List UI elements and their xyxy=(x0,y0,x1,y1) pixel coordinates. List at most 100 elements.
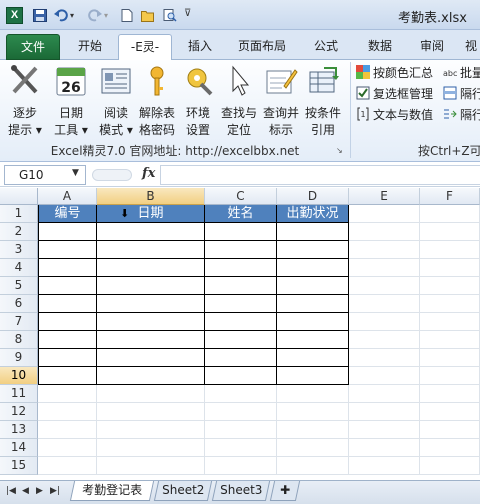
cell-d5[interactable] xyxy=(277,277,349,295)
select-all-corner[interactable] xyxy=(0,188,38,205)
checkbox-manager-button[interactable]: 复选框管理 xyxy=(356,84,433,104)
column-header-d[interactable]: D xyxy=(277,188,349,205)
unlock-sheet-button[interactable]: 解除表 格密码 xyxy=(136,64,178,139)
date-tools-button[interactable]: 26 日期 工具 ▾ xyxy=(50,64,92,139)
cell-b5[interactable] xyxy=(97,277,205,295)
cell-a7[interactable] xyxy=(38,313,97,331)
cell-f2[interactable] xyxy=(420,223,480,241)
cell-f9[interactable] xyxy=(420,349,480,367)
cell-d1[interactable]: 出勤状况 xyxy=(277,205,349,223)
cell-c3[interactable] xyxy=(205,241,277,259)
cell-e8[interactable] xyxy=(349,331,420,349)
cell-c6[interactable] xyxy=(205,295,277,313)
cell-a6[interactable] xyxy=(38,295,97,313)
cell-e9[interactable] xyxy=(349,349,420,367)
insert-function-icon[interactable]: fx xyxy=(142,166,155,181)
cell-f13[interactable] xyxy=(420,421,480,439)
cell-d10[interactable] xyxy=(277,367,349,385)
cell-b1[interactable]: 日期 xyxy=(97,205,205,223)
open-icon[interactable] xyxy=(141,9,155,22)
cell-d12[interactable] xyxy=(277,403,349,421)
row-header-4[interactable]: 4 xyxy=(0,259,38,277)
step-hint-button[interactable]: 逐步 提示 ▾ xyxy=(4,64,46,139)
formula-bar-handle[interactable] xyxy=(92,169,132,181)
name-box-dropdown-icon[interactable]: ▼ xyxy=(72,168,79,178)
cell-a3[interactable] xyxy=(38,241,97,259)
cell-f11[interactable] xyxy=(420,385,480,403)
cell-f7[interactable] xyxy=(420,313,480,331)
cell-b10[interactable] xyxy=(97,367,205,385)
cell-f6[interactable] xyxy=(420,295,480,313)
cell-d15[interactable] xyxy=(277,457,349,475)
cell-d3[interactable] xyxy=(277,241,349,259)
cell-e10[interactable] xyxy=(349,367,420,385)
tab-data[interactable]: 数据 xyxy=(360,34,400,60)
sheet-tab-sheet2[interactable]: Sheet2 xyxy=(153,481,213,501)
cell-c12[interactable] xyxy=(205,403,277,421)
cell-d4[interactable] xyxy=(277,259,349,277)
cell-a2[interactable] xyxy=(38,223,97,241)
cell-b4[interactable] xyxy=(97,259,205,277)
undo-dropdown-icon[interactable]: ▾ xyxy=(70,11,74,20)
excel-app-icon[interactable]: X xyxy=(6,7,23,24)
conditional-reference-button[interactable]: 按条件 引用 xyxy=(302,64,344,139)
cell-d9[interactable] xyxy=(277,349,349,367)
formula-input[interactable] xyxy=(160,165,480,185)
redo-dropdown-icon[interactable]: ▾ xyxy=(104,11,108,20)
cell-e7[interactable] xyxy=(349,313,420,331)
tab-review[interactable]: 审阅 xyxy=(412,34,452,60)
tab-file[interactable]: 文件 xyxy=(6,34,60,60)
cell-c2[interactable] xyxy=(205,223,277,241)
cell-f14[interactable] xyxy=(420,439,480,457)
tab-insert[interactable]: 插入 xyxy=(180,34,220,60)
cell-b12[interactable] xyxy=(97,403,205,421)
query-mark-button[interactable]: 查询并 标示 xyxy=(260,64,302,139)
cell-d7[interactable] xyxy=(277,313,349,331)
cell-c15[interactable] xyxy=(205,457,277,475)
tab-egeling[interactable]: -E灵- xyxy=(118,34,172,60)
cell-a11[interactable] xyxy=(38,385,97,403)
cell-e6[interactable] xyxy=(349,295,420,313)
cell-c10[interactable] xyxy=(205,367,277,385)
cell-a15[interactable] xyxy=(38,457,97,475)
cell-a10[interactable] xyxy=(38,367,97,385)
print-preview-icon[interactable] xyxy=(163,9,177,22)
cell-e2[interactable] xyxy=(349,223,420,241)
cell-e5[interactable] xyxy=(349,277,420,295)
cell-f15[interactable] xyxy=(420,457,480,475)
cell-a4[interactable] xyxy=(38,259,97,277)
reading-mode-button[interactable]: 阅读 模式 ▾ xyxy=(94,64,138,139)
cell-d13[interactable] xyxy=(277,421,349,439)
tab-formulas[interactable]: 公式 xyxy=(306,34,346,60)
cell-b7[interactable] xyxy=(97,313,205,331)
cell-f5[interactable] xyxy=(420,277,480,295)
row-header-12[interactable]: 12 xyxy=(0,403,38,421)
sheet-tab-attendance[interactable]: 考勤登记表 xyxy=(69,481,155,501)
cell-b15[interactable] xyxy=(97,457,205,475)
cell-b13[interactable] xyxy=(97,421,205,439)
insert-sheet-button[interactable]: ✚ xyxy=(269,481,301,501)
sheet-tab-sheet3[interactable]: Sheet3 xyxy=(211,481,271,501)
redo-icon[interactable] xyxy=(88,9,102,22)
cell-f8[interactable] xyxy=(420,331,480,349)
cell-b11[interactable] xyxy=(97,385,205,403)
cell-a5[interactable] xyxy=(38,277,97,295)
batch-button[interactable]: abc 批量 xyxy=(443,63,480,83)
cell-e11[interactable] xyxy=(349,385,420,403)
cell-c14[interactable] xyxy=(205,439,277,457)
cell-e12[interactable] xyxy=(349,403,420,421)
cell-f3[interactable] xyxy=(420,241,480,259)
row-header-15[interactable]: 15 xyxy=(0,457,38,475)
text-number-button[interactable]: 1 文本与数值 xyxy=(356,105,433,125)
alternate-row-button-2[interactable]: 隔行 xyxy=(443,105,480,125)
cell-d6[interactable] xyxy=(277,295,349,313)
column-header-b[interactable]: B xyxy=(97,188,205,205)
cell-e14[interactable] xyxy=(349,439,420,457)
cell-a12[interactable] xyxy=(38,403,97,421)
cell-c9[interactable] xyxy=(205,349,277,367)
cell-c7[interactable] xyxy=(205,313,277,331)
row-header-10[interactable]: 10 xyxy=(0,367,38,385)
cell-b14[interactable] xyxy=(97,439,205,457)
column-header-a[interactable]: A xyxy=(38,188,97,205)
new-icon[interactable] xyxy=(120,9,134,22)
